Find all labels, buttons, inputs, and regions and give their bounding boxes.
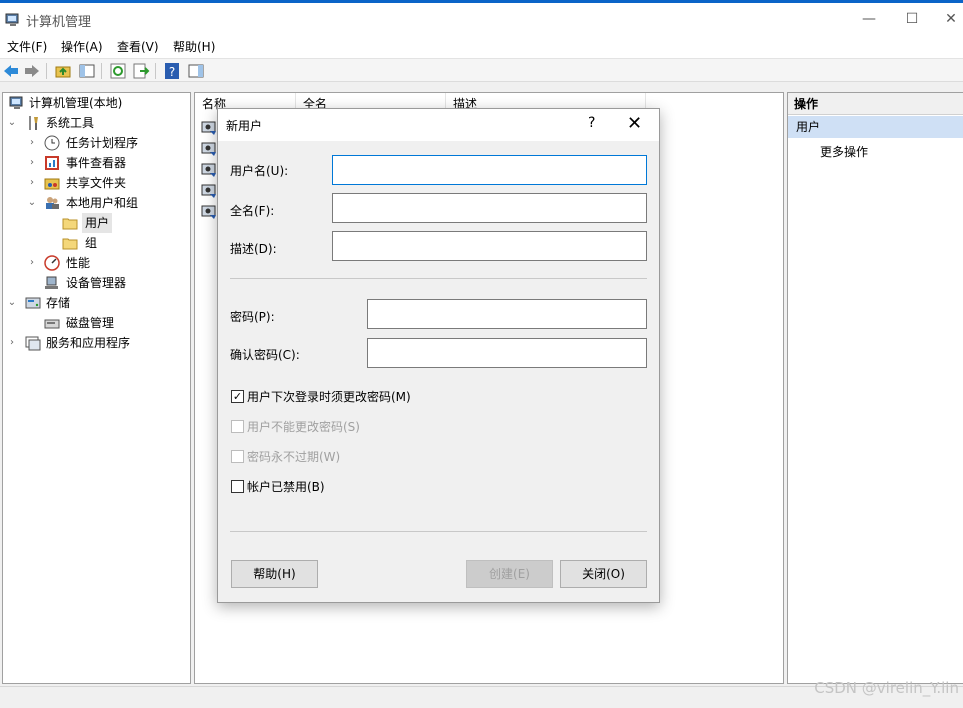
tree-label: 任务计划程序 — [66, 136, 139, 150]
dialog-title-bar: 新用户 ? ✕ — [218, 109, 659, 141]
dialog-close-icon[interactable]: ✕ — [627, 113, 642, 134]
chevron-down-icon[interactable]: ⌄ — [6, 113, 18, 133]
must-change-password-label[interactable]: 用户下次登录时须更改密码(M) — [247, 388, 411, 405]
menu-action[interactable]: 操作(A) — [61, 38, 103, 55]
show-tree-icon[interactable] — [78, 62, 96, 80]
forward-icon[interactable] — [23, 62, 41, 80]
export-list-icon[interactable] — [132, 62, 150, 80]
fullname-label: 全名(F): — [230, 204, 275, 218]
menu-bar: 文件(F) 操作(A) 查看(V) 帮助(H) — [0, 36, 963, 58]
tree-label: 共享文件夹 — [66, 176, 127, 190]
password-label: 密码(P): — [230, 310, 275, 324]
user-icon[interactable] — [201, 162, 217, 178]
performance-icon — [44, 255, 60, 271]
password-never-expires-label[interactable]: 密码永不过期(W) — [247, 448, 340, 465]
divider — [230, 278, 647, 279]
folder-icon — [62, 238, 78, 250]
tools-icon — [29, 116, 38, 130]
tree-label: 设备管理器 — [66, 276, 127, 290]
folder-icon — [62, 218, 78, 230]
menu-help[interactable]: 帮助(H) — [173, 38, 215, 55]
chevron-down-icon[interactable]: ⌄ — [6, 293, 18, 313]
tree-label: 组 — [85, 236, 98, 250]
close-button[interactable]: 关闭(O) — [560, 560, 647, 588]
actions-pane: 操作 用户 更多操作 — [787, 92, 963, 684]
back-icon[interactable] — [2, 62, 20, 80]
tree-label: 本地用户和组 — [66, 196, 139, 210]
clock-icon — [44, 135, 60, 151]
close-window-button[interactable]: ✕ — [941, 9, 961, 29]
chevron-right-icon[interactable]: › — [26, 253, 38, 273]
maximize-button[interactable]: ☐ — [902, 9, 922, 29]
toolbar: ? — [0, 58, 963, 82]
help-icon[interactable]: ? — [163, 62, 181, 80]
chevron-down-icon[interactable]: ⌄ — [26, 193, 38, 213]
create-button[interactable]: 创建(E) — [466, 560, 553, 588]
disk-icon — [44, 319, 60, 329]
storage-icon — [25, 297, 41, 309]
tree-label: 系统工具 — [46, 116, 95, 130]
event-viewer-icon — [45, 156, 59, 170]
actions-header: 操作 — [788, 93, 963, 115]
tree-label: 磁盘管理 — [66, 316, 115, 330]
new-user-dialog: 新用户 ? ✕ 用户名(U): 全名(F): 描述(D): 密码(P): 确认密… — [217, 108, 660, 603]
description-field[interactable] — [332, 231, 647, 261]
dialog-help-icon[interactable]: ? — [588, 115, 595, 131]
confirm-password-label: 确认密码(C): — [230, 348, 300, 362]
tree-label: 存储 — [46, 296, 71, 310]
menu-file[interactable]: 文件(F) — [7, 38, 47, 55]
toolbar-separator — [46, 63, 47, 79]
chevron-right-icon[interactable]: › — [26, 153, 38, 173]
refresh-icon[interactable] — [109, 62, 127, 80]
confirm-password-field[interactable] — [367, 338, 647, 368]
minimize-button[interactable]: — — [859, 9, 879, 29]
cannot-change-password-label[interactable]: 用户不能更改密码(S) — [247, 418, 360, 435]
chevron-right-icon[interactable]: › — [26, 173, 38, 193]
fullname-field[interactable] — [332, 193, 647, 223]
window-title: 计算机管理 — [26, 15, 92, 30]
tree-label: 计算机管理(本地) — [29, 96, 123, 110]
dialog-title: 新用户 — [226, 119, 263, 133]
title-bar: 计算机管理 — ☐ ✕ — [0, 0, 963, 36]
up-folder-icon[interactable] — [54, 62, 72, 80]
more-actions-link[interactable]: 更多操作 — [820, 143, 868, 160]
chevron-right-icon[interactable]: › — [26, 133, 38, 153]
tree-label: 性能 — [66, 256, 91, 270]
user-icon[interactable] — [201, 120, 217, 136]
watermark: CSDN @virelin_Y.lin — [814, 679, 959, 697]
user-icon[interactable] — [201, 141, 217, 157]
user-icon[interactable] — [201, 183, 217, 199]
actions-section-users[interactable]: 用户 — [788, 116, 963, 138]
account-disabled-label[interactable]: 帐户已禁用(B) — [247, 478, 325, 495]
cannot-change-password-checkbox[interactable] — [231, 420, 244, 433]
menu-view[interactable]: 查看(V) — [117, 38, 159, 55]
show-action-pane-icon[interactable] — [187, 62, 205, 80]
password-field[interactable] — [367, 299, 647, 329]
toolbar-separator — [101, 63, 102, 79]
toolbar-separator — [155, 63, 156, 79]
username-field[interactable] — [332, 155, 647, 185]
password-never-expires-checkbox[interactable] — [231, 450, 244, 463]
computer-icon — [9, 96, 23, 109]
username-label: 用户名(U): — [230, 164, 289, 178]
svg-text:?: ? — [169, 65, 175, 79]
computer-management-icon — [5, 13, 19, 26]
description-label: 描述(D): — [230, 242, 277, 256]
users-group-icon — [46, 197, 59, 209]
tree-label: 服务和应用程序 — [46, 336, 131, 350]
navigation-tree: 计算机管理(本地) ⌄ 系统工具 › 任务计划程序 › 事件查看器 › 共享文件… — [2, 92, 191, 684]
must-change-password-checkbox[interactable]: ✓ — [231, 390, 244, 403]
account-disabled-checkbox[interactable] — [231, 480, 244, 493]
shared-folder-icon — [44, 178, 60, 190]
device-manager-icon — [45, 276, 58, 289]
user-icon[interactable] — [201, 204, 217, 220]
chevron-right-icon[interactable]: › — [6, 333, 18, 353]
services-icon — [25, 336, 41, 351]
tree-label: 用户 — [82, 213, 113, 233]
tree-label: 事件查看器 — [66, 156, 127, 170]
divider — [230, 531, 647, 532]
help-button[interactable]: 帮助(H) — [231, 560, 318, 588]
